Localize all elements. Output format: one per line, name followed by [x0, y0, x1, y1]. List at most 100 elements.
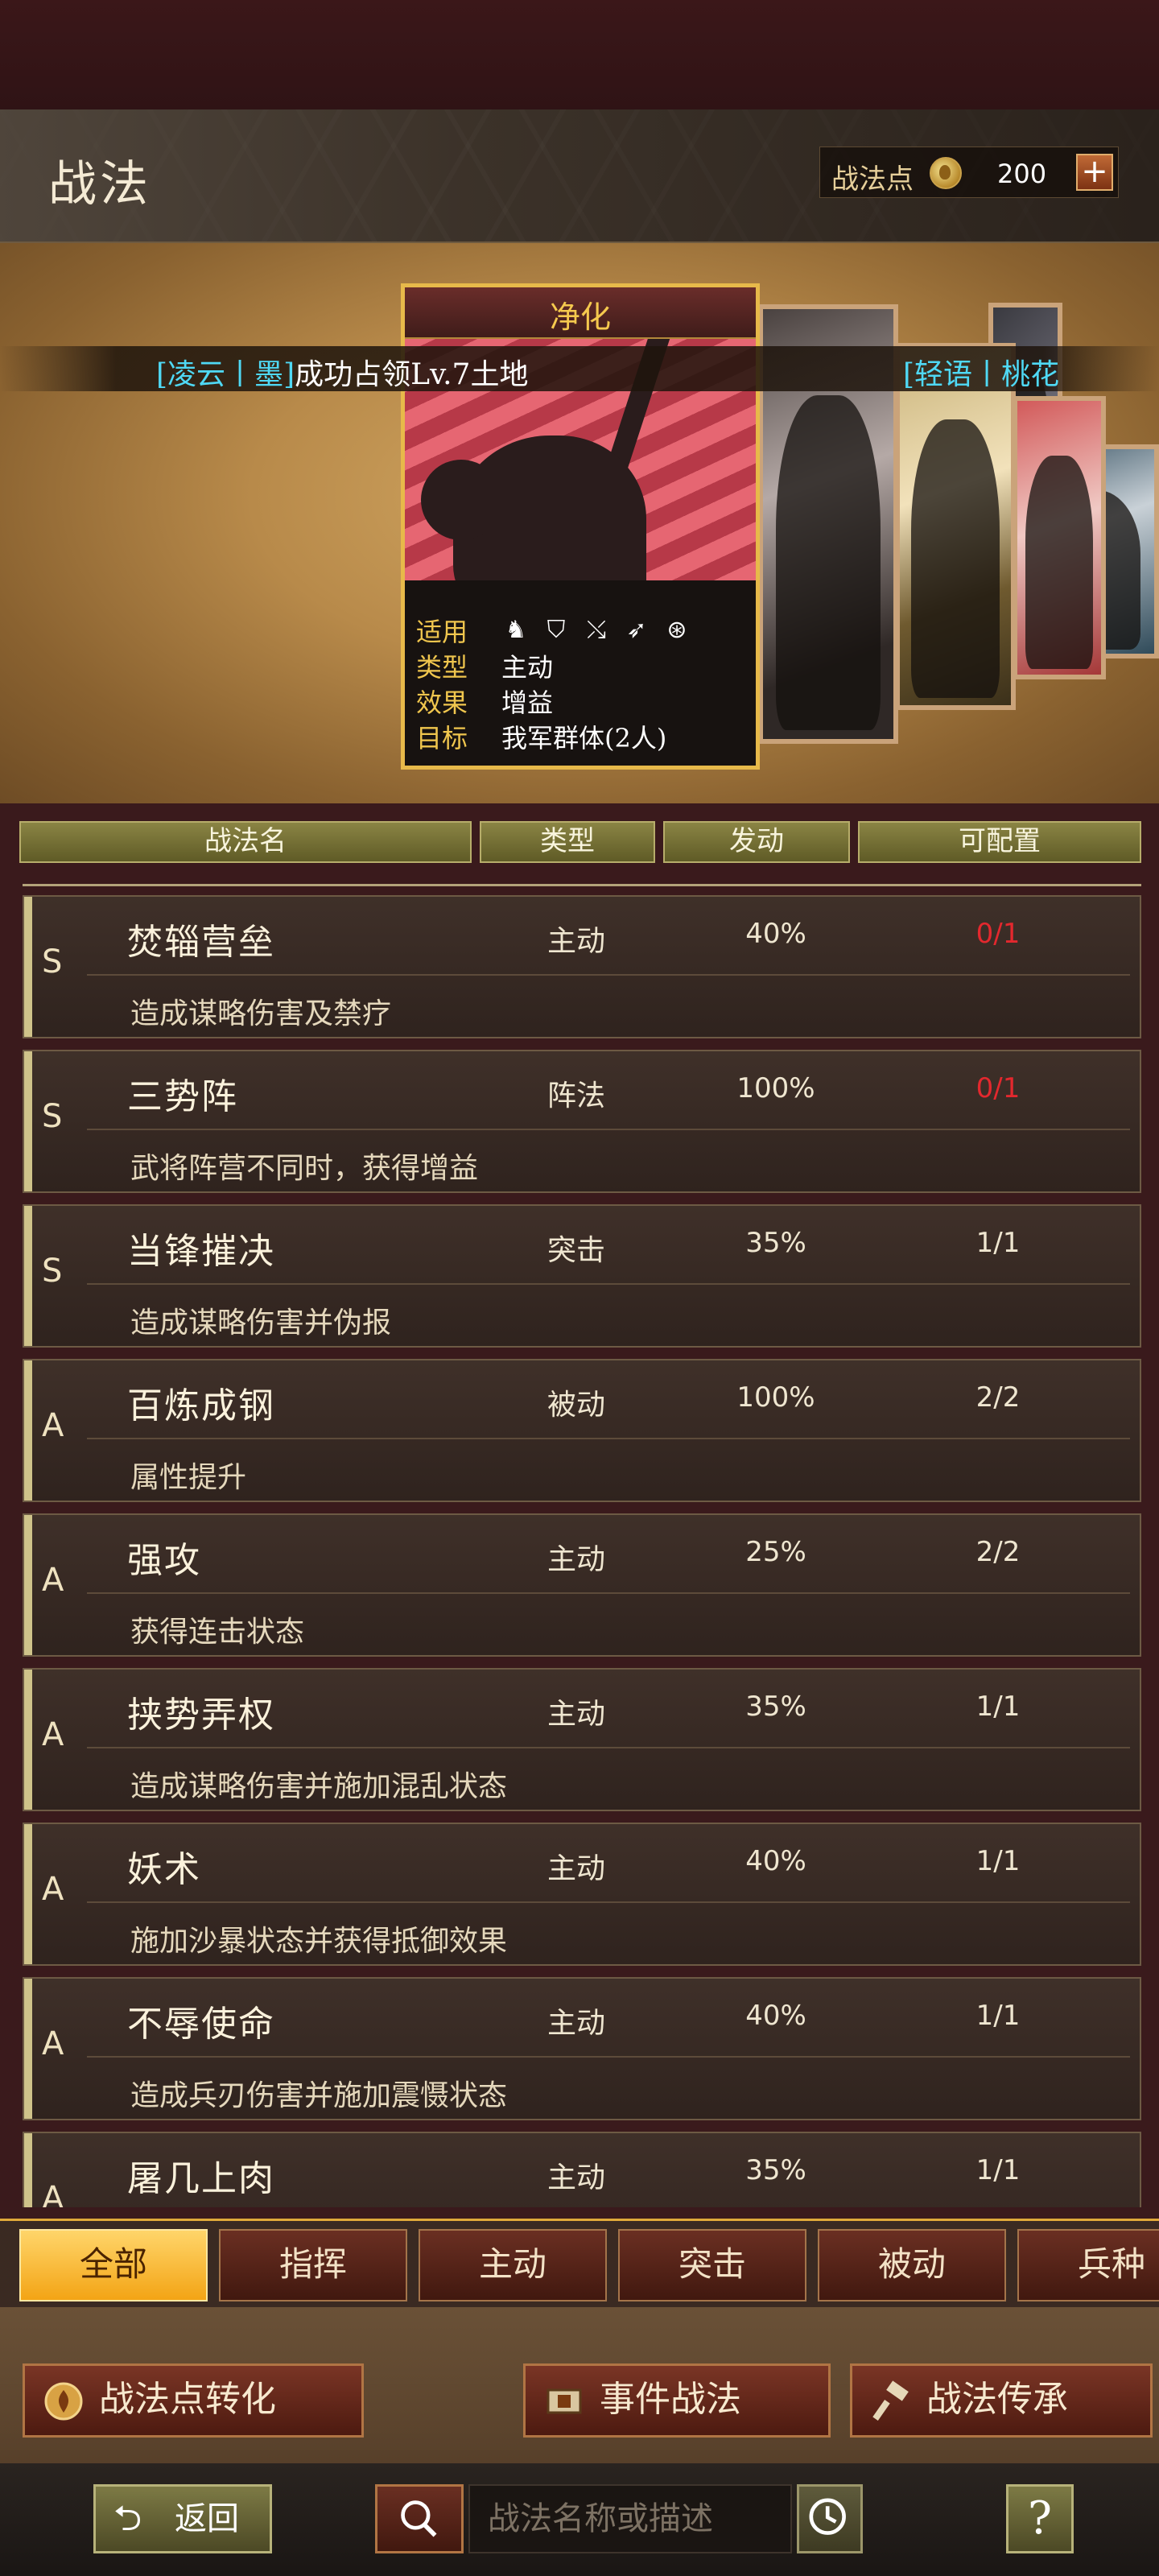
shield-icon: ⛉: [547, 616, 566, 644]
tactic-trigger-rate: 25%: [745, 1536, 806, 1568]
ticker-message: [轻语丨桃花: [903, 358, 1060, 391]
column-header-name[interactable]: 战法名: [19, 821, 472, 863]
archer-icon: ⤯: [587, 616, 606, 644]
search-input[interactable]: [468, 2484, 792, 2553]
tactic-trigger-rate: 35%: [745, 2154, 806, 2186]
tactic-description: 造成谋略伤害并施加混乱状态: [130, 1770, 508, 1803]
add-points-button[interactable]: +: [1076, 154, 1113, 191]
column-header-available[interactable]: 可配置: [858, 821, 1141, 863]
tactic-card-thumbnail[interactable]: [1013, 396, 1106, 679]
row-divider: [87, 1592, 1130, 1594]
tactic-availability: 1/1: [975, 2000, 1021, 2032]
tactic-availability: 0/1: [975, 918, 1021, 950]
convert-points-label: 战法点转化: [99, 2379, 276, 2420]
tactic-grade: A: [42, 1871, 64, 1908]
page-title: 战法: [48, 156, 151, 213]
tactic-row[interactable]: A 强攻 主动 25% 2/2 获得连击状态: [23, 1513, 1141, 1657]
column-header-type[interactable]: 类型: [480, 821, 655, 863]
chariot-icon: ⊛: [666, 616, 687, 644]
inherit-tactics-button[interactable]: 战法传承: [850, 2363, 1153, 2438]
tactic-availability: 2/2: [975, 1381, 1021, 1414]
tactic-description: 获得连击状态: [130, 1616, 305, 1649]
inherit-tactics-label: 战法传承: [926, 2379, 1068, 2420]
tactic-grade: A: [42, 1716, 64, 1753]
tactic-row[interactable]: S 焚辎营垒 主动 40% 0/1 造成谋略伤害及禁疗: [23, 895, 1141, 1038]
help-button[interactable]: ?: [1006, 2484, 1074, 2553]
tactic-name: 屠几上肉: [127, 2158, 275, 2199]
tactic-row[interactable]: A 挟势弄权 主动 35% 1/1 造成谋略伤害并施加混乱状态: [23, 1668, 1141, 1811]
tactic-type: 阵法: [547, 1080, 605, 1113]
tactic-row[interactable]: S 当锋摧决 突击 35% 1/1 造成谋略伤害并伪报: [23, 1204, 1141, 1348]
top-band: [0, 0, 1159, 109]
tactic-list[interactable]: S 焚辎营垒 主动 40% 0/1 造成谋略伤害及禁疗 S 三势阵 阵法 100% 0/1 武将阵营不…: [23, 884, 1141, 2207]
news-ticker: [凌云丨墨]成功占领Lv.7土地 [轻语丨桃花: [0, 346, 1159, 391]
tactic-availability: 1/1: [975, 1227, 1021, 1259]
featured-title-bar: 净化: [405, 287, 756, 339]
tactic-availability: 1/1: [975, 2154, 1021, 2186]
row-edge: [24, 1670, 32, 1810]
tab-assault[interactable]: 突击: [618, 2229, 806, 2301]
stat-key: 适用: [416, 617, 468, 647]
tab-troop[interactable]: 兵种: [1017, 2229, 1159, 2301]
stat-value: 我军群体(2人): [501, 723, 667, 753]
scroll-icon: [547, 2388, 582, 2414]
tactic-description: 造成谋略伤害及禁疗: [130, 997, 392, 1030]
tactic-name: 当锋摧决: [127, 1231, 275, 1272]
tactic-description: 武将阵营不同时，获得增益: [130, 1152, 479, 1185]
troop-type-icons: ♞ ⛉ ⤯ ➶ ⊛: [501, 616, 691, 645]
row-edge: [24, 1360, 32, 1501]
tab-command[interactable]: 指挥: [219, 2229, 407, 2301]
row-edge: [24, 1206, 32, 1346]
tactic-availability: 1/1: [975, 1690, 1021, 1723]
tactic-grade: A: [42, 2025, 64, 2062]
tab-active[interactable]: 主动: [419, 2229, 607, 2301]
tactic-name: 强攻: [127, 1540, 201, 1581]
row-edge: [24, 1515, 32, 1655]
tactic-showcase[interactable]: 净化 适用 ♞ ⛉ ⤯ ➶ ⊛ 类型 主动 效果 增益 目标 我军群体(2人) …: [0, 243, 1159, 803]
tab-passive[interactable]: 被动: [818, 2229, 1006, 2301]
tactic-row[interactable]: S 三势阵 阵法 100% 0/1 武将阵营不同时，获得增益: [23, 1050, 1141, 1193]
stat-row-effect: 效果 增益: [416, 683, 754, 719]
tactic-row[interactable]: A 妖术 主动 40% 1/1 施加沙暴状态并获得抵御效果: [23, 1823, 1141, 1966]
stat-row-applicable: 适用 ♞ ⛉ ⤯ ➶ ⊛: [416, 613, 754, 648]
tactic-card-thumbnail[interactable]: [895, 343, 1016, 710]
tactic-type: 主动: [547, 1543, 605, 1576]
tactic-name: 妖术: [127, 1849, 201, 1890]
tactic-type: 主动: [547, 2161, 605, 2194]
column-header-rate[interactable]: 发动: [663, 821, 850, 863]
tab-all[interactable]: 全部: [19, 2229, 208, 2301]
tactic-name: 焚辎营垒: [127, 922, 275, 963]
tactic-availability: 2/2: [975, 1536, 1021, 1568]
stat-key: 类型: [416, 652, 468, 683]
row-divider: [87, 1901, 1130, 1903]
tactic-row[interactable]: A 百炼成钢 被动 100% 2/2 属性提升: [23, 1359, 1141, 1502]
convert-points-button[interactable]: 战法点转化: [23, 2363, 364, 2438]
stat-row-type: 类型 主动: [416, 648, 754, 683]
row-divider: [87, 1129, 1130, 1130]
stat-key: 效果: [416, 687, 468, 718]
tactic-row[interactable]: A 屠几上肉 主动 35% 1/1: [23, 2132, 1141, 2207]
event-tactics-button[interactable]: 事件战法: [523, 2363, 831, 2438]
tactic-grade: S: [42, 1253, 63, 1290]
row-edge: [24, 1979, 32, 2119]
header: 战法 战法点 200 +: [0, 109, 1159, 243]
row-edge: [24, 1051, 32, 1191]
tactic-type: 主动: [547, 925, 605, 958]
tactic-type: 主动: [547, 2007, 605, 2040]
spear-icon: ➶: [626, 616, 647, 644]
tactic-availability: 0/1: [975, 1072, 1021, 1104]
back-button[interactable]: ⮌ 返回: [93, 2484, 272, 2553]
tactic-description: 施加沙暴状态并获得抵御效果: [130, 1925, 508, 1958]
bottom-bar: ⮌ 返回 ?: [0, 2463, 1159, 2576]
tactic-trigger-rate: 40%: [745, 1845, 806, 1877]
row-divider: [87, 1283, 1130, 1285]
tactic-trigger-rate: 40%: [745, 918, 806, 950]
tactic-type: 突击: [547, 1234, 605, 1267]
history-button[interactable]: [797, 2484, 863, 2553]
tactic-description: 属性提升: [130, 1461, 247, 1494]
tactic-row[interactable]: A 不辱使命 主动 40% 1/1 造成兵刃伤害并施加震慑状态: [23, 1977, 1141, 2120]
search-button[interactable]: [375, 2484, 464, 2553]
row-edge: [24, 2133, 32, 2207]
tactic-grade: S: [42, 1098, 63, 1135]
row-edge: [24, 1824, 32, 1964]
